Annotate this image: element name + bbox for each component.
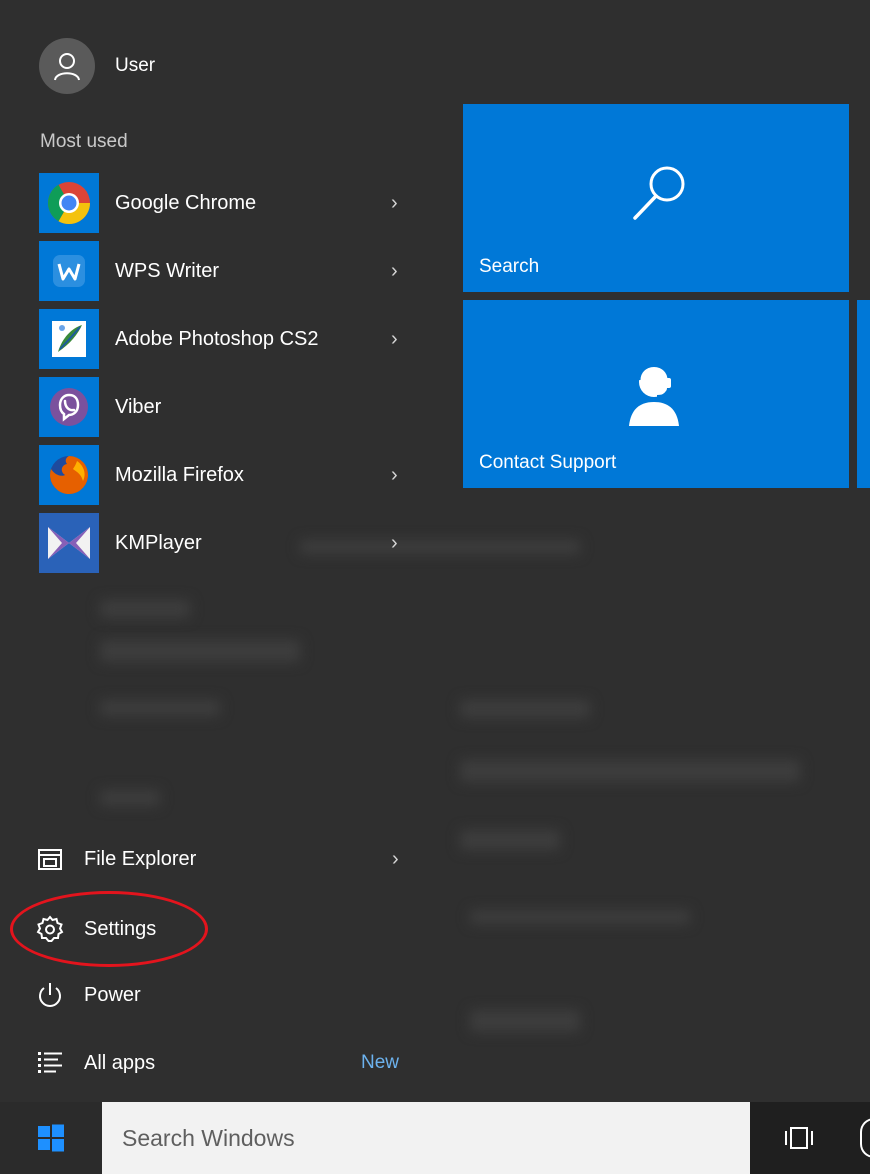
app-viber[interactable]: Viber: [39, 373, 419, 441]
person-icon: [54, 53, 80, 81]
chevron-right-icon[interactable]: ›: [391, 192, 398, 215]
task-view-icon: [785, 1127, 813, 1149]
power-icon: [30, 981, 70, 1009]
partial-tile[interactable]: [857, 300, 870, 488]
app-label: Adobe Photoshop CS2: [115, 327, 319, 350]
start-menu: User Most used Google Chrome › WPS Write…: [0, 0, 870, 1102]
contact-support-tile[interactable]: Contact Support: [463, 300, 849, 488]
viber-icon: [39, 377, 99, 437]
taskbar: Search Windows: [0, 1102, 870, 1174]
user-avatar: [39, 38, 95, 94]
windows-logo-icon: [38, 1124, 64, 1152]
firefox-icon: [39, 445, 99, 505]
app-kmplayer[interactable]: KMPlayer ›: [39, 509, 419, 577]
most-used-list: Google Chrome › WPS Writer › Adobe Photo…: [39, 169, 419, 577]
all-apps-item[interactable]: All apps New: [30, 1030, 420, 1096]
chevron-right-icon[interactable]: ›: [391, 328, 398, 351]
app-label: Viber: [115, 395, 162, 418]
new-badge: New: [361, 1052, 400, 1073]
contact-support-tile-label: Contact Support: [479, 452, 617, 473]
app-wps-writer[interactable]: WPS Writer ›: [39, 237, 419, 305]
search-tile[interactable]: Search: [463, 104, 849, 292]
power-item[interactable]: Power: [30, 962, 420, 1028]
file-explorer-item[interactable]: File Explorer ›: [30, 826, 420, 892]
start-button[interactable]: [0, 1102, 102, 1174]
app-mozilla-firefox[interactable]: Mozilla Firefox ›: [39, 441, 419, 509]
kmplayer-icon: [39, 513, 99, 573]
file-explorer-label: File Explorer: [84, 847, 197, 870]
app-label: KMPlayer: [115, 531, 202, 554]
app-label: WPS Writer: [115, 259, 220, 282]
photoshop-icon: [39, 309, 99, 369]
settings-highlight-circle: [10, 891, 208, 967]
chrome-icon: [39, 173, 99, 233]
search-placeholder: Search Windows: [122, 1124, 295, 1151]
user-account[interactable]: User: [39, 38, 419, 94]
chevron-right-icon[interactable]: ›: [392, 848, 399, 871]
start-left-pane: User Most used Google Chrome › WPS Write…: [0, 0, 432, 1102]
chevron-right-icon[interactable]: ›: [391, 464, 398, 487]
list-icon: [30, 1050, 70, 1076]
search-icon: [633, 166, 685, 220]
chevron-right-icon[interactable]: ›: [391, 260, 398, 283]
task-view-button[interactable]: [752, 1102, 846, 1174]
app-adobe-photoshop[interactable]: Adobe Photoshop CS2 ›: [39, 305, 419, 373]
wps-writer-icon: [39, 241, 99, 301]
all-apps-label: All apps: [84, 1051, 156, 1074]
taskbar-search-box[interactable]: Search Windows: [102, 1102, 750, 1174]
app-label: Google Chrome: [115, 191, 257, 214]
app-google-chrome[interactable]: Google Chrome ›: [39, 169, 419, 237]
user-name: User: [115, 55, 156, 76]
most-used-heading: Most used: [40, 131, 128, 152]
support-agent-icon: [629, 363, 679, 426]
chevron-right-icon[interactable]: ›: [391, 532, 398, 555]
power-label: Power: [84, 983, 141, 1006]
search-tile-label: Search: [479, 256, 540, 277]
taskbar-app-icon-partial[interactable]: [860, 1118, 870, 1158]
app-label: Mozilla Firefox: [115, 463, 244, 486]
file-explorer-icon: [30, 847, 70, 871]
